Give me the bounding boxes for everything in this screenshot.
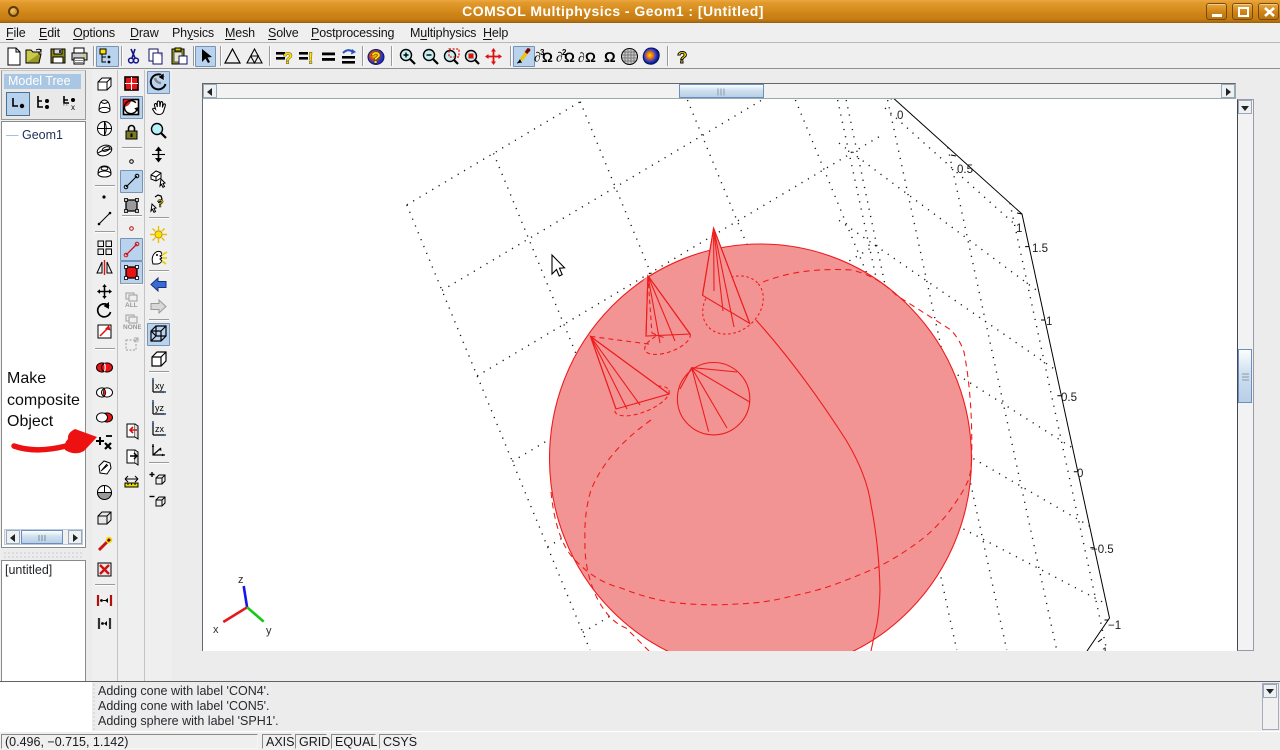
svg-text:Ω: Ω — [604, 50, 616, 66]
svg-text:1: 1 — [1016, 223, 1022, 235]
svg-text:ALL: ALL — [125, 302, 138, 309]
svg-text:z: z — [238, 574, 244, 586]
svg-text:0: 0 — [897, 110, 903, 122]
svg-text:0: 0 — [1077, 468, 1083, 480]
svg-text:?: ? — [677, 48, 687, 66]
svg-text:zx: zx — [155, 424, 165, 434]
svg-text:?: ? — [371, 50, 381, 66]
svg-text:1.5: 1.5 — [1032, 243, 1048, 255]
svg-text:x: x — [71, 103, 75, 112]
svg-text:?: ? — [283, 51, 293, 67]
svg-text:yz: yz — [155, 403, 165, 413]
svg-text:−1: −1 — [1108, 620, 1121, 632]
svg-text:Ω: Ω — [542, 50, 553, 65]
svg-text:x: x — [213, 624, 219, 636]
svg-text:xy: xy — [155, 381, 165, 391]
svg-text:−0.5: −0.5 — [1091, 544, 1114, 556]
svg-text:y: y — [266, 625, 272, 637]
svg-text:1: 1 — [1046, 316, 1052, 328]
svg-text:Ω: Ω — [585, 50, 596, 65]
svg-text:?: ? — [157, 198, 164, 210]
svg-text:Ω: Ω — [564, 50, 575, 65]
svg-text:∂: ∂ — [578, 50, 585, 65]
svg-text:0.5: 0.5 — [1061, 392, 1077, 404]
svg-text:!: ! — [308, 51, 313, 67]
svg-text:NONE: NONE — [123, 324, 141, 331]
svg-text:0.5: 0.5 — [957, 164, 973, 176]
svg-text:−1: −1 — [1095, 647, 1108, 651]
